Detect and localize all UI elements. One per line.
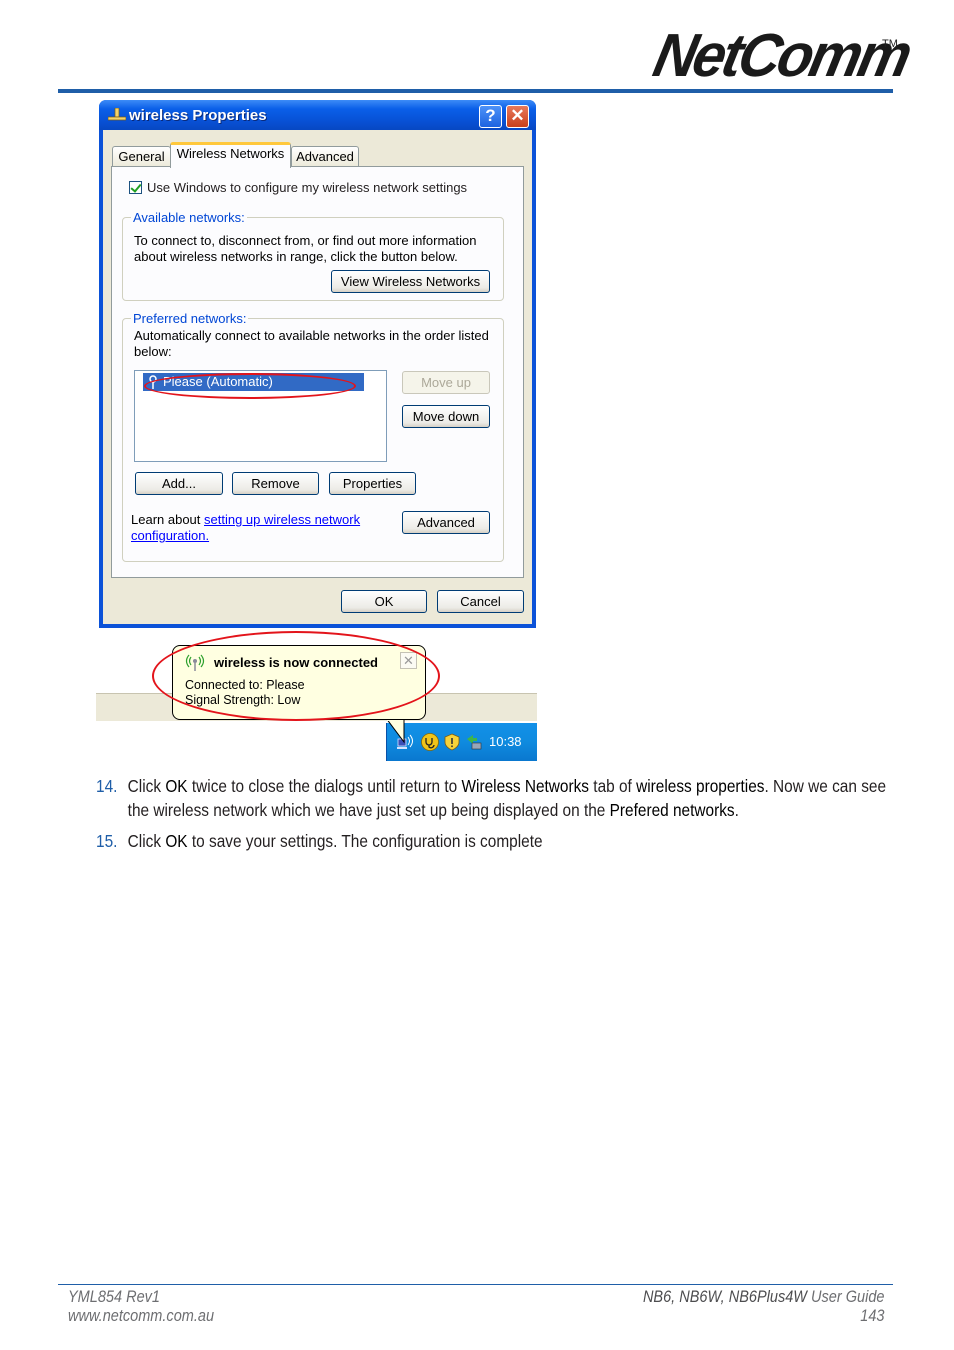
guide-title: NB6, NB6W, NB6Plus4W User Guide <box>642 1288 884 1307</box>
highlight-ellipse-notification <box>152 631 440 721</box>
cancel-button[interactable]: Cancel <box>437 590 524 613</box>
footer-left: YML854 Rev1 www.netcomm.com.au <box>68 1288 214 1326</box>
balloon-tail <box>386 718 405 744</box>
ok-button[interactable]: OK <box>341 590 427 613</box>
preferred-networks-description-2: below: <box>134 344 172 359</box>
step-number: 14. <box>96 776 118 796</box>
tab-general[interactable]: General <box>112 146 171 167</box>
step-emphasis: Wireless Networks <box>461 776 590 796</box>
close-button[interactable]: ✕ <box>506 105 529 128</box>
footer-rule <box>58 1284 893 1285</box>
doc-code: YML854 Rev1 <box>68 1288 161 1306</box>
network-sync-icon[interactable] <box>465 733 483 751</box>
highlight-ellipse-network <box>144 373 356 399</box>
use-windows-label: Use Windows to configure my wireless net… <box>147 180 468 195</box>
available-networks-description-2: about wireless networks in range, click … <box>134 249 458 264</box>
move-up-button[interactable]: Move up <box>402 371 490 394</box>
use-windows-checkbox[interactable] <box>129 181 142 194</box>
help-button[interactable]: ? <box>479 105 502 128</box>
properties-button[interactable]: Properties <box>329 472 416 495</box>
netcomm-logo: NetComm TM <box>648 21 915 89</box>
use-windows-checkbox-row[interactable]: Use Windows to configure my wireless net… <box>129 180 467 195</box>
preferred-networks-group: Preferred networks: Automatically connec… <box>122 311 504 562</box>
header-rule <box>58 89 893 93</box>
view-wireless-networks-button[interactable]: View Wireless Networks <box>331 270 490 293</box>
dialog-titlebar[interactable]: wireless Properties ? ✕ <box>99 100 536 130</box>
remove-button[interactable]: Remove <box>232 472 319 495</box>
move-down-button[interactable]: Move down <box>402 405 490 428</box>
learn-link-line1[interactable]: setting up wireless network <box>204 512 360 527</box>
available-networks-group: Available networks: To connect to, disco… <box>122 210 504 301</box>
tab-wireless-networks[interactable]: Wireless Networks <box>170 142 291 168</box>
page-number: 143 <box>859 1307 884 1325</box>
learn-prefix: Learn about <box>131 512 205 527</box>
tab-advanced[interactable]: Advanced <box>291 146 359 167</box>
footer-right: NB6, NB6W, NB6Plus4W User Guide 143 <box>642 1288 884 1326</box>
network-connection-icon <box>108 108 126 121</box>
website: www.netcomm.com.au <box>68 1307 215 1325</box>
wireless-networks-panel: Use Windows to configure my wireless net… <box>111 166 524 578</box>
security-shield-icon[interactable] <box>443 733 461 751</box>
step-text: to save your settings. The configuration… <box>187 831 543 851</box>
step-text: Click <box>127 776 166 796</box>
screenshot-figure: wireless Properties ? ✕ General Wireless… <box>96 98 537 763</box>
step-emphasis: wireless properties <box>636 776 765 796</box>
available-networks-legend: Available networks: <box>131 210 247 225</box>
learn-about-text: Learn about setting up wireless network … <box>131 512 360 544</box>
add-button[interactable]: Add... <box>135 472 223 495</box>
taskbar-clock[interactable]: 10:38 <box>489 734 522 749</box>
step-emphasis: Prefered networks <box>609 800 735 820</box>
wireless-properties-dialog: wireless Properties ? ✕ General Wireless… <box>99 100 536 628</box>
step-emphasis: OK <box>165 831 188 851</box>
step-15: 15. Click OK to save your settings. The … <box>96 829 888 853</box>
available-networks-description-1: To connect to, disconnect from, or find … <box>134 233 477 248</box>
step-text: . <box>734 800 739 820</box>
step-emphasis: OK <box>165 776 188 796</box>
step-14: 14. Click OK twice to close the dialogs … <box>96 774 888 822</box>
step-text: Click <box>127 831 166 851</box>
brand-wordmark: NetComm <box>647 21 916 90</box>
step-text: twice to close the dialogs until return … <box>187 776 462 796</box>
product-names: NB6, NB6W, NB6Plus4W <box>642 1288 807 1306</box>
guide-label: User Guide <box>806 1288 884 1306</box>
step-text: tab of <box>589 776 637 796</box>
dialog-title: wireless Properties <box>129 107 267 124</box>
instruction-steps: 14. Click OK twice to close the dialogs … <box>96 774 886 860</box>
preferred-networks-legend: Preferred networks: <box>131 311 249 326</box>
step-number: 15. <box>96 831 118 851</box>
learn-link-line2[interactable]: configuration. <box>131 528 209 543</box>
preferred-networks-description-1: Automatically connect to available netwo… <box>134 328 489 343</box>
trademark-symbol: TM <box>882 38 898 50</box>
advanced-button[interactable]: Advanced <box>402 511 490 534</box>
